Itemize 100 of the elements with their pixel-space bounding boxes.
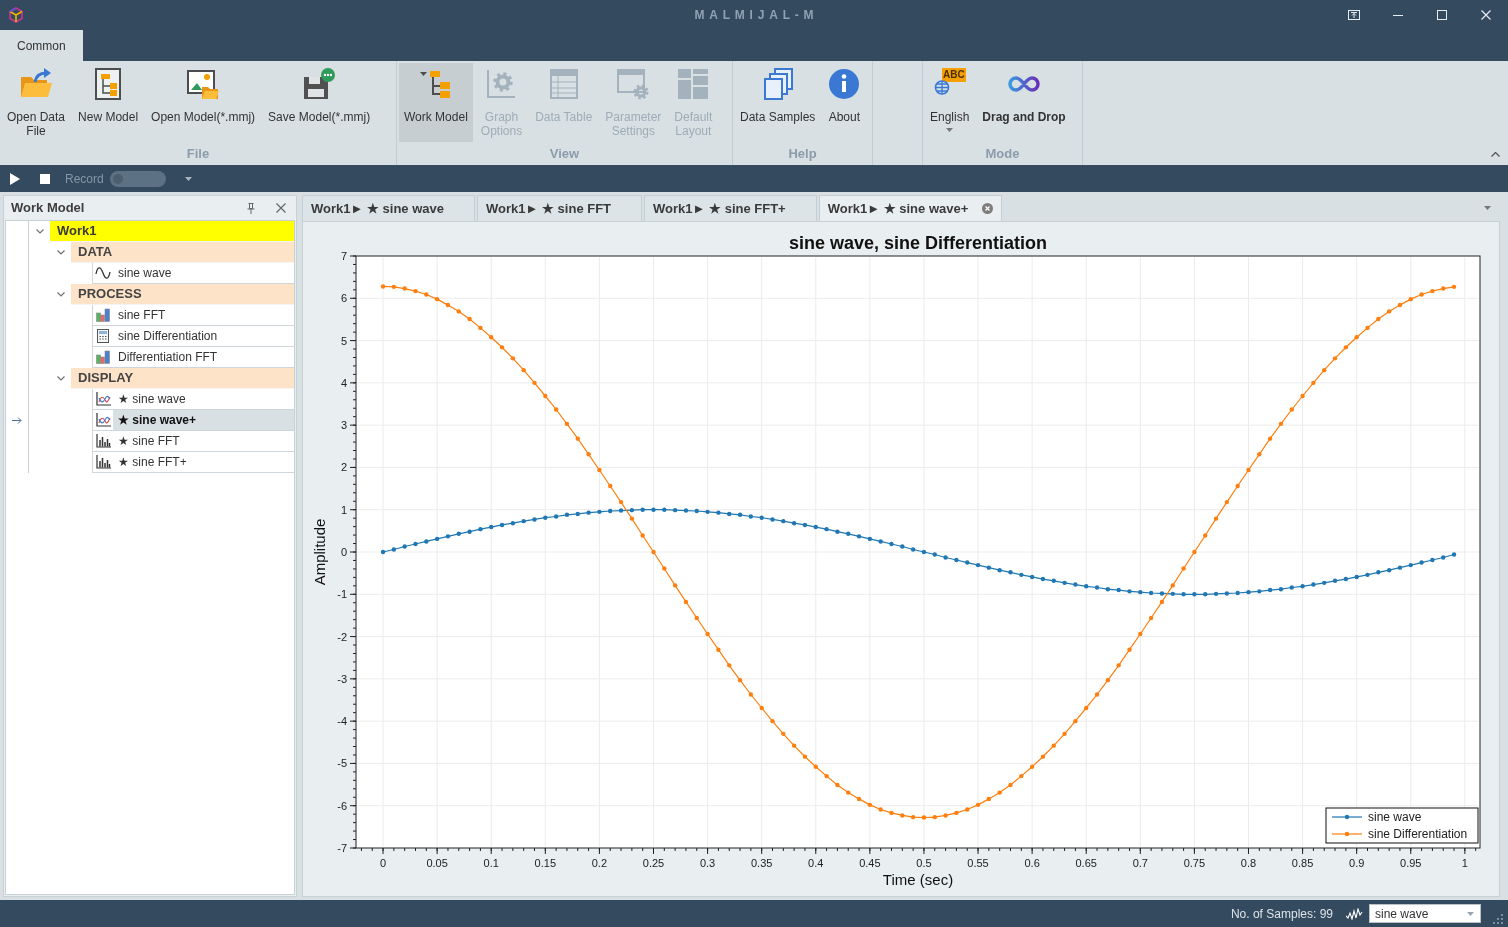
sample-count: No. of Samples: 99 (1230, 905, 1333, 923)
globe-icon (933, 80, 950, 95)
legend-label: sine Differentiation (1368, 827, 1468, 841)
stop-button[interactable] (39, 171, 51, 186)
tick-label: -7 (337, 842, 347, 854)
ribbon-button[interactable]: Work Model (399, 63, 473, 142)
ribbon-button[interactable]: ABC English (925, 63, 975, 142)
ribbon-tab[interactable]: Common (0, 30, 83, 61)
tree-node[interactable]: DISPLAY (71, 368, 294, 389)
tick-label: 0.55 (967, 857, 989, 869)
maximize-icon (1437, 10, 1447, 20)
tree-icon (419, 68, 452, 100)
tick-label: 0.95 (1400, 857, 1422, 869)
pin-button[interactable] (245, 201, 257, 215)
tick-label: 0.9 (1349, 857, 1365, 869)
ribbon-group-label: File (185, 145, 211, 163)
tick-label: 2 (340, 461, 347, 474)
tick-label: -2 (337, 630, 347, 643)
record-label: Record (65, 170, 104, 188)
tick-label: 0.35 (750, 857, 773, 869)
ribbon-button[interactable]: About (823, 63, 866, 142)
tick-label: 0.15 (534, 857, 557, 869)
chart-title: sine wave, sine Differentiation (788, 233, 1048, 253)
histogram-icon (95, 455, 111, 469)
caret-up-icon (1491, 152, 1500, 157)
document-tab[interactable]: Work1► ★ sine wave (302, 195, 475, 221)
ribbon-group-label: Mode (984, 145, 1021, 163)
tick-label: 0 (380, 857, 387, 869)
tree-node[interactable]: Work1 (50, 221, 294, 242)
tick-label: 4 (340, 376, 347, 389)
record-switch[interactable] (109, 170, 166, 187)
tick-label: 0.65 (1075, 857, 1097, 869)
tree-node[interactable]: DATA (71, 242, 294, 263)
ribbon-button[interactable]: Drag and Drop (977, 63, 1071, 142)
tick-label: 1 (1461, 857, 1468, 869)
tick-label: 6 (340, 292, 347, 305)
tick-label: 0.05 (426, 857, 448, 869)
document-tab[interactable]: Work1► ★ sine FFT+ (644, 195, 817, 221)
ribbon-button[interactable]: Open Model(*.mmj) (146, 63, 261, 142)
calculator-icon (97, 329, 109, 343)
chart-gear-icon (485, 68, 518, 100)
play-button[interactable] (9, 171, 21, 186)
close-icon (1481, 10, 1491, 20)
tick-label: -1 (337, 588, 347, 601)
tick-label: 0.3 (699, 857, 716, 869)
chevron-down-icon (35, 229, 44, 234)
tree-node[interactable]: PROCESS (71, 284, 294, 305)
ribbon-button[interactable]: Open Data File (2, 63, 71, 142)
y-axis-label: Amplitude (311, 518, 328, 586)
caret-down-icon (1467, 911, 1474, 916)
close-icon (276, 203, 286, 213)
chevron-down-icon (56, 376, 65, 381)
collapse-ribbon-button[interactable] (1491, 152, 1500, 157)
legend-label: sine wave (1368, 810, 1422, 824)
tick-label: 0.2 (591, 857, 608, 869)
x-axis-label: Time (sec) (882, 871, 954, 888)
grid-layout-icon (677, 68, 710, 100)
ribbon-button[interactable]: New Model (73, 63, 144, 142)
bar-chart-icon (96, 308, 110, 322)
tree-item[interactable]: ★ sine wave+ (113, 410, 294, 431)
tick-label: 0.7 (1132, 857, 1148, 869)
window-gear-icon (617, 68, 650, 100)
language-badge: ABC (942, 68, 966, 82)
resize-grip-icon (1493, 914, 1503, 924)
tick-label: 3 (340, 419, 347, 432)
stop-icon (40, 173, 50, 184)
close-panel-button[interactable] (275, 201, 287, 215)
arrow-right-icon (12, 417, 22, 424)
tick-label: 0.5 (916, 857, 932, 869)
picture-folder-icon (187, 68, 220, 100)
close-circle-icon (982, 203, 994, 214)
tick-label: -5 (337, 757, 347, 770)
window-title: MALMIJAL-M (693, 7, 819, 24)
ribbon-button[interactable]: Save Model(*.mmj) (263, 63, 376, 142)
histogram-icon (95, 434, 111, 448)
line-chart-icon (95, 413, 111, 427)
table-icon (547, 68, 580, 100)
cube-logo-icon (8, 7, 24, 23)
caret-down-icon (946, 128, 954, 132)
tick-label: 0.85 (1291, 857, 1314, 869)
tick-label: -3 (337, 672, 347, 685)
tick-label: 7 (340, 250, 347, 262)
tick-label: 5 (340, 334, 347, 347)
ribbon-group-label: View (548, 145, 581, 163)
series-dropdown[interactable]: sine wave (1369, 904, 1481, 923)
tick-label: 0.45 (859, 857, 881, 869)
ribbon-button[interactable]: Data Samples (735, 63, 821, 142)
tick-label: 0.8 (1240, 857, 1257, 869)
tick-label: 0 (340, 546, 347, 558)
tick-label: 1 (340, 503, 347, 516)
minimize-icon (1393, 14, 1403, 16)
document-tab[interactable]: Work1► ★ sine wave+ (818, 195, 1003, 221)
pin-icon (247, 202, 255, 214)
tick-label: -4 (337, 715, 347, 728)
box-arrow-icon (1348, 10, 1360, 20)
tick-label: 0.1 (483, 857, 499, 869)
document-tab[interactable]: Work1► ★ sine FFT (477, 195, 643, 221)
play-icon (10, 172, 20, 185)
tick-label: 0.25 (642, 857, 665, 869)
bar-chart-icon (96, 350, 110, 364)
